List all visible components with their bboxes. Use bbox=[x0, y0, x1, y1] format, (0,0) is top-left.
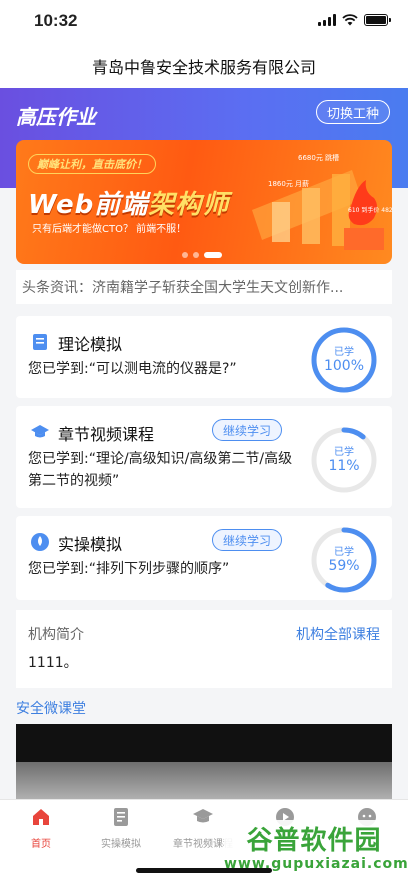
page-title: 青岛中鲁安全技术服务有限公司 bbox=[91, 58, 316, 77]
hero-title: 高压作业 bbox=[16, 105, 96, 129]
status-icons bbox=[318, 14, 391, 26]
video-thumbnail[interactable] bbox=[16, 724, 392, 802]
graduation-cap-icon bbox=[31, 425, 49, 438]
banner-illustration: 6680元 跳槽 1860元 月薪 610 到手价 4820元 bbox=[252, 153, 392, 250]
battery-icon bbox=[364, 14, 391, 26]
banner-headline-a: Web前端 bbox=[28, 190, 149, 220]
document-icon bbox=[114, 808, 128, 826]
banner-art-label-2: 1860元 月薪 bbox=[268, 179, 309, 188]
tab-home[interactable]: 首页 bbox=[0, 806, 82, 850]
nav-bar: 青岛中鲁安全技术服务有限公司 bbox=[0, 44, 408, 88]
carousel-dots[interactable] bbox=[182, 252, 222, 258]
carousel-dot[interactable] bbox=[182, 252, 188, 258]
home-indicator bbox=[136, 868, 272, 873]
banner-subtitle: 只有后端才能做CTO？ 前端不服！ bbox=[32, 224, 187, 235]
signal-icon bbox=[318, 14, 336, 26]
course-progress-desc: 您已学到:“可以测电流的仪器是?” bbox=[28, 361, 237, 377]
course-title: 理论模拟 bbox=[58, 335, 123, 354]
promo-banner[interactable]: 巅峰让利，直击底价！ Web前端架构师 只有后端才能做CTO？ 前端不服！ 66… bbox=[16, 140, 392, 264]
progress-value: 11% bbox=[328, 458, 360, 474]
course-card-practice[interactable]: 实操模拟 继续学习 您已学到:“排列下列步骤的顺序” 已学 59% bbox=[16, 516, 392, 600]
banner-headline: Web前端架构师 bbox=[28, 184, 229, 221]
tab-label: 首页 bbox=[31, 839, 51, 850]
intro-label: 机构简介 bbox=[28, 627, 84, 643]
book-icon bbox=[33, 334, 47, 350]
progress-caption: 已学 bbox=[334, 347, 354, 358]
progress-ring: 已学 100% bbox=[310, 326, 378, 394]
progress-value: 59% bbox=[328, 558, 360, 574]
switch-job-button[interactable]: 切换工种 bbox=[315, 100, 390, 124]
watermark-brand: 谷普软件园 bbox=[246, 825, 382, 855]
carousel-dot-active[interactable] bbox=[204, 252, 222, 258]
all-courses-link[interactable]: 机构全部课程 bbox=[296, 624, 380, 644]
course-card-video[interactable]: 章节视频课程 继续学习 您已学到:“理论/高级知识/高级第二节/高级第二节的视频… bbox=[16, 406, 392, 508]
progress-ring: 已学 11% bbox=[310, 426, 378, 494]
course-progress-desc: 您已学到:“理论/高级知识/高级第二节/高级第二节的视频” bbox=[28, 451, 293, 489]
course-title: 实操模拟 bbox=[58, 535, 123, 554]
continue-learning-button[interactable]: 继续学习 bbox=[212, 419, 283, 441]
continue-learning-button[interactable]: 继续学习 bbox=[212, 529, 283, 551]
banner-art-label-3: 610 到手价 4820元 bbox=[348, 206, 392, 214]
graduation-cap-icon bbox=[193, 809, 213, 823]
banner-art-label-1: 6680元 跳槽 bbox=[298, 153, 339, 162]
course-progress-desc: 您已学到:“排列下列步骤的顺序” bbox=[28, 561, 230, 577]
progress-caption: 已学 bbox=[334, 547, 354, 558]
progress-ring: 已学 59% bbox=[310, 526, 378, 594]
drop-icon bbox=[31, 533, 49, 551]
institution-intro: 机构简介 机构全部课程 1111。 bbox=[16, 610, 392, 688]
intro-text: 1111。 bbox=[28, 655, 78, 671]
tab-label: 实操模拟 bbox=[101, 839, 141, 850]
wifi-icon bbox=[342, 14, 358, 26]
status-bar: 10:32 bbox=[0, 0, 408, 44]
banner-pill: 巅峰让利，直击底价！ bbox=[28, 154, 156, 174]
banner-headline-b: 架构师 bbox=[148, 190, 230, 220]
status-time: 10:32 bbox=[34, 11, 78, 30]
home-icon bbox=[33, 809, 49, 825]
micro-class-title[interactable]: 安全微课堂 bbox=[16, 698, 86, 718]
course-title: 章节视频课程 bbox=[58, 425, 155, 444]
tab-practice[interactable]: 实操模拟 bbox=[80, 806, 162, 850]
news-ticker[interactable]: 头条资讯：济南籍学子斩获全国大学生天文创新作... bbox=[16, 270, 392, 304]
progress-value: 100% bbox=[323, 358, 365, 374]
course-card-theory[interactable]: 理论模拟 您已学到:“可以测电流的仪器是?” 已学 100% bbox=[16, 316, 392, 398]
carousel-dot[interactable] bbox=[193, 252, 199, 258]
progress-caption: 已学 bbox=[334, 447, 354, 458]
